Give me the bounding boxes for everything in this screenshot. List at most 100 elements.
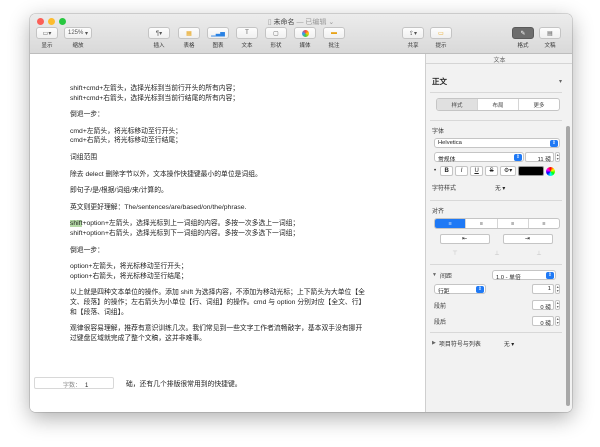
title-menu-chevron-icon[interactable]: ⌄	[328, 19, 334, 26]
font-style-popup[interactable]: 常规体 ⇕	[434, 152, 524, 163]
spacing-popup[interactable]: 1.0 - 单倍 ⇕	[491, 270, 556, 281]
text-line[interactable]: 倒退一步：	[70, 110, 415, 120]
align-right-button[interactable]: ≡	[498, 219, 529, 228]
zoom-tool[interactable]: 125% ▾ 缩放	[64, 27, 93, 49]
align-bottom-icon[interactable]: ⊥	[536, 250, 541, 257]
comment-tool[interactable]: ▬ 批注	[323, 27, 345, 49]
shape-tool[interactable]: ▢ 形状	[265, 27, 287, 49]
underline-button[interactable]: U	[470, 166, 484, 176]
space-before-field[interactable]: 0 磅	[532, 300, 554, 311]
bullets-popup[interactable]: 无 ▾	[501, 338, 555, 348]
document-body[interactable]: shift+cmd+左箭头，选择光标到当前行开头的所有内容； shift+cmd+…	[70, 84, 415, 343]
bullets-row[interactable]: ▶ 项目符号与列表 无 ▾	[432, 338, 562, 348]
space-before-stepper[interactable]: ▲ ▼	[555, 300, 560, 310]
alignment-row[interactable]: ≡ ≡ ≡ ≡	[434, 218, 560, 229]
font-style-row[interactable]: 常规体 ⇕ 11 磅 ▲ ▼	[434, 152, 560, 163]
text-line[interactable]: shift+option+左箭头，选择光标到上一词组的内容。多按一次多选上一词组…	[70, 219, 415, 229]
share-icon[interactable]: ⇪▾	[402, 27, 424, 39]
tips-tool[interactable]: ▭ 提示	[430, 27, 452, 49]
text-line[interactable]: shift+cmd+左箭头，选择光标到当前行开头的所有内容；	[70, 84, 415, 94]
media-icon[interactable]	[294, 27, 316, 39]
paragraph-icon[interactable]: ¶▾	[148, 27, 170, 39]
text-line[interactable]: 文、段落】的操作；左右箭头为小单位【行、词组】的操作。cmd 与 option …	[70, 298, 415, 308]
disclosure-triangle-icon[interactable]: ▼	[432, 272, 437, 278]
align-center-button[interactable]: ≡	[466, 219, 498, 228]
italic-button[interactable]: I	[455, 166, 469, 176]
tips-icon[interactable]: ▭	[430, 27, 452, 39]
insert-tool[interactable]: ¶▾ 插入	[148, 27, 170, 49]
text-line[interactable]: 过键盘区域就完成了整个文稿，这并非难事。	[70, 334, 415, 344]
text-box-icon[interactable]: T	[236, 27, 258, 39]
text-line[interactable]: 倒退一步：	[70, 246, 415, 256]
share-tool[interactable]: ⇪▾ 共享	[402, 27, 424, 49]
font-size-field[interactable]: 11 磅	[525, 152, 554, 163]
char-style-popup[interactable]: 无 ▾	[492, 182, 552, 192]
spacing-row[interactable]: ▼ 间距 1.0 - 单倍 ⇕	[432, 270, 562, 281]
text-line[interactable]: option+右箭头，将光标移动至行结尾；	[70, 272, 415, 282]
font-family-row[interactable]: Helvetica ⇕	[434, 138, 560, 148]
line-spacing-row[interactable]: 行距 ⇕ 1 ▲ ▼	[434, 284, 560, 295]
font-size-stepper[interactable]: ▲ ▼	[555, 152, 560, 162]
chart-tool[interactable]: ▁▃▅ 图表	[207, 27, 229, 49]
increase-indent-button[interactable]: ⇥	[502, 234, 553, 244]
text-color-swatch[interactable]	[518, 166, 545, 176]
inspector-tab-2[interactable]: 更多	[519, 99, 559, 110]
space-after-row[interactable]: 段后 0 磅 ▲ ▼	[434, 316, 560, 327]
text-line[interactable]: 观律很容易理解，推荐有意识训练几次。我们常见到一些文字工作者流畅敲字，基本双手没…	[70, 324, 415, 334]
text-line[interactable]: shift+option+右箭头，选择光标到下一词组的内容。多按一次多选下一词组…	[70, 229, 415, 239]
text-line[interactable]: 以上就是四种文本单位的操作。添加 shift 为选择内容，不添加为移动光标；上下…	[70, 288, 415, 298]
paintbrush-icon[interactable]: ✎	[512, 27, 534, 39]
char-style-row[interactable]: 字符样式 无 ▾	[432, 182, 562, 193]
line-spacing-stepper[interactable]: ▲ ▼	[555, 284, 560, 294]
text-tool[interactable]: T 文本	[236, 27, 258, 49]
sidebar-icon[interactable]: ▭▾	[36, 27, 58, 39]
inspector-tab-group[interactable]: 样式 布局 更多	[436, 98, 560, 111]
text-options-gear-icon[interactable]: ⚙▾	[500, 166, 517, 176]
strikethrough-button[interactable]: S	[485, 166, 499, 176]
space-after-field[interactable]: 0 磅	[532, 316, 554, 327]
space-after-stepper[interactable]: ▲ ▼	[555, 316, 560, 326]
inspector-scrollbar[interactable]	[566, 126, 570, 406]
document-canvas[interactable]: shift+cmd+左箭头，选择光标到当前行开头的所有内容； shift+cmd+…	[30, 54, 425, 412]
text-line[interactable]: 英文则更好理解：The/sentences/are/based/on/the/p…	[70, 203, 415, 213]
document-setup-icon[interactable]: ▤	[539, 27, 561, 39]
table-tool[interactable]: ▦ 表格	[178, 27, 200, 49]
align-top-icon[interactable]: ⊤	[452, 250, 457, 257]
word-count-box[interactable]: 字数： 1	[34, 377, 114, 389]
document-tool[interactable]: ▤ 文稿	[539, 27, 561, 49]
view-tool[interactable]: ▭▾ 显示	[36, 27, 58, 49]
text-line[interactable]: 即句子/是/根据/词组/来/计算的。	[70, 186, 415, 196]
line-spacing-popup[interactable]: 行距 ⇕	[434, 284, 486, 295]
chart-icon[interactable]: ▁▃▅	[207, 27, 229, 39]
text-line[interactable]: 和【段落、词组】。	[70, 308, 415, 318]
decrease-indent-button[interactable]: ⇤	[439, 234, 490, 244]
color-wheel-icon[interactable]	[546, 166, 556, 176]
disclosure-triangle-icon[interactable]: ▶	[432, 340, 436, 346]
line-spacing-field[interactable]: 1	[532, 284, 554, 294]
space-before-row[interactable]: 段前 0 磅 ▲ ▼	[434, 300, 560, 311]
text-line[interactable]: cmd+右箭头，将光标移动至行结尾；	[70, 136, 415, 146]
comment-icon[interactable]: ▬	[323, 27, 345, 39]
media-tool[interactable]: 媒体	[294, 27, 316, 49]
align-middle-icon[interactable]: ⊥	[494, 250, 499, 257]
shape-icon[interactable]: ▢	[265, 27, 287, 39]
chevron-down-icon[interactable]: ▾	[559, 78, 562, 85]
font-family-popup[interactable]: Helvetica ⇕	[434, 138, 560, 148]
selected-text[interactable]: shift	[70, 220, 83, 228]
inspector-tabs[interactable]: 样式 布局 更多	[436, 98, 560, 111]
inspector-tab-1[interactable]: 布局	[478, 99, 519, 110]
text-line[interactable]: 除去 delect 删除字节以外，文本操作快捷键最小的单位是词组。	[70, 170, 415, 180]
align-left-button[interactable]: ≡	[435, 219, 467, 228]
zoom-popup[interactable]: 125% ▾	[64, 27, 93, 39]
align-justify-button[interactable]: ≡	[529, 219, 559, 228]
text-line[interactable]: shift+cmd+右箭头，选择光标到当前行结尾的所有内容；	[70, 94, 415, 104]
paragraph-style-row[interactable]: 正文 ▾	[432, 76, 562, 87]
bold-button[interactable]: B	[440, 166, 454, 176]
format-tool[interactable]: ✎ 格式	[512, 27, 534, 49]
text-line[interactable]: cmd+左箭头，将光标移动至行开头；	[70, 127, 415, 137]
inspector-tab-0[interactable]: 样式	[437, 99, 478, 110]
table-icon[interactable]: ▦	[178, 27, 200, 39]
alignment-buttons[interactable]: ≡ ≡ ≡ ≡	[434, 218, 560, 229]
text-line[interactable]: option+左箭头，将光标移动至行开头；	[70, 262, 415, 272]
text-line[interactable]: 词组范围	[70, 153, 415, 163]
